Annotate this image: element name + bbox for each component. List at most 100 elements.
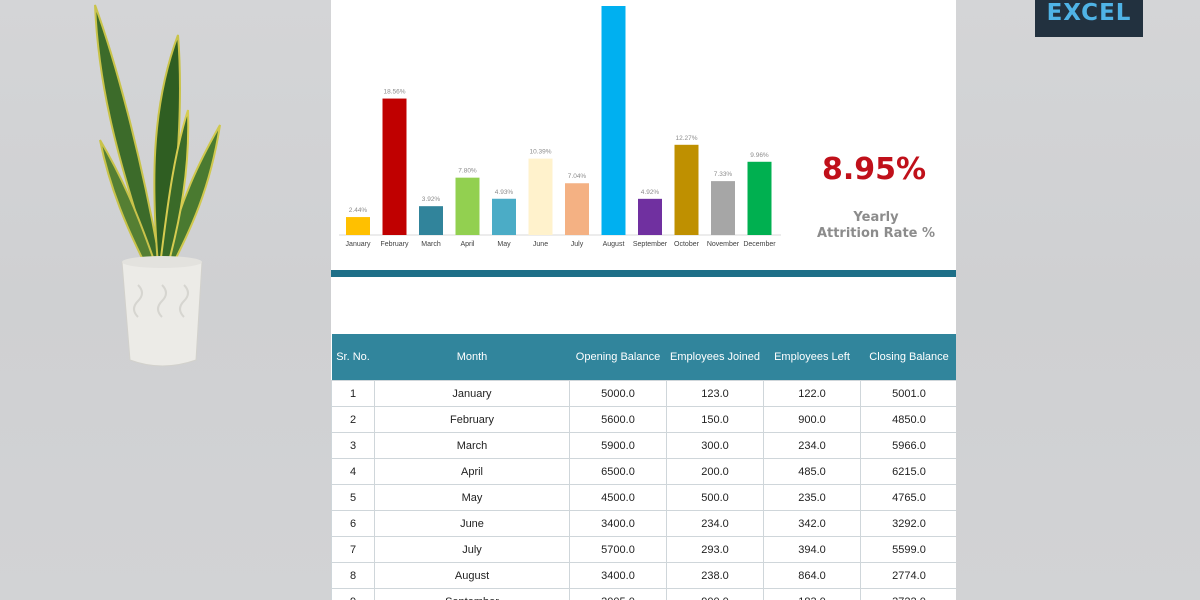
table-cell: 5001.0 <box>860 380 956 407</box>
table-cell: 8 <box>331 562 375 589</box>
attrition-table: Sr. No. Month Opening Balance Employees Joi… <box>331 334 956 600</box>
table-row: 3March5900.0300.0234.05966.03.92% <box>331 432 956 459</box>
table-cell: 3400.0 <box>569 562 667 589</box>
excel-badge: EXCEL <box>1035 0 1143 37</box>
column-header: Employees Left <box>763 334 861 381</box>
table-cell: 3400.0 <box>569 510 667 537</box>
table-cell: January <box>374 380 570 407</box>
tick-label-november: November <box>707 241 740 248</box>
table-cell: 342.0 <box>763 510 861 537</box>
tick-label-september: September <box>633 241 668 248</box>
bar-july <box>565 183 589 235</box>
bar-february <box>382 98 407 235</box>
bar-september <box>638 198 662 235</box>
table-cell: September <box>374 588 570 600</box>
data-label-december: 9.96% <box>750 152 769 159</box>
table-cell: February <box>374 406 570 433</box>
table-cell: 150.0 <box>666 406 764 433</box>
column-header: Month <box>374 334 570 381</box>
tick-label-february: February <box>380 241 409 248</box>
table-cell: August <box>374 562 570 589</box>
section-divider <box>331 270 956 277</box>
table-cell: 5900.0 <box>569 432 667 459</box>
tick-label-june: June <box>533 241 548 248</box>
data-label-june: 10.39% <box>529 149 551 156</box>
table-row: 4April6500.0200.0485.06215.07.80% <box>331 458 956 485</box>
table-cell: 864.0 <box>763 562 861 589</box>
column-header: Sr. No. <box>331 334 375 381</box>
table-cell: 3292.0 <box>860 510 956 537</box>
dashboard-sheet: 2.44% January 18.56% February 3.92% March 7.80… <box>331 0 956 600</box>
bar-april <box>455 177 480 235</box>
data-label-march: 3.92% <box>422 196 441 203</box>
table-cell: 5700.0 <box>569 536 667 563</box>
table-cell: June <box>374 510 570 537</box>
data-label-january: 2.44% <box>349 207 368 214</box>
bar-march <box>419 206 443 235</box>
tick-label-march: March <box>421 241 441 248</box>
column-header: Opening Balance <box>569 334 667 381</box>
table-cell: 234.0 <box>763 432 861 459</box>
table-cell: 3005.0 <box>569 588 667 600</box>
table-cell: 3 <box>331 432 375 459</box>
table-cell: July <box>374 536 570 563</box>
table-row: 5May4500.0500.0235.04765.04.93% <box>331 484 956 511</box>
table-cell: 5966.0 <box>860 432 956 459</box>
bar-october <box>674 144 699 235</box>
column-header: Employees Joined <box>666 334 764 381</box>
table-cell: 2774.0 <box>860 562 956 589</box>
table-row: 9September3005.0900.0183.03722.04.92% <box>331 588 956 600</box>
table-cell: 5 <box>331 484 375 511</box>
table-cell: 234.0 <box>666 510 764 537</box>
table-body: 1January5000.0123.0122.05001.02.44%2Febr… <box>331 380 956 600</box>
data-label-september: 4.92% <box>641 189 660 196</box>
table-cell: 300.0 <box>666 432 764 459</box>
column-header: Closing Balance <box>860 334 956 381</box>
table-cell: 900.0 <box>763 406 861 433</box>
table-cell: 5599.0 <box>860 536 956 563</box>
yearly-attrition-value: 8.95% <box>821 152 927 187</box>
table-cell: 238.0 <box>666 562 764 589</box>
tick-label-july: July <box>571 241 584 248</box>
tick-label-august: August <box>603 241 625 248</box>
bar-december <box>747 161 772 235</box>
table-cell: 200.0 <box>666 458 764 485</box>
table-cell: 6500.0 <box>569 458 667 485</box>
data-label-february: 18.56% <box>383 89 405 96</box>
table-row: 6June3400.0234.0342.03292.010.39% <box>331 510 956 537</box>
table-cell: 293.0 <box>666 536 764 563</box>
table-cell: 3722.0 <box>860 588 956 600</box>
table-cell: 4 <box>331 458 375 485</box>
table-header-row: Sr. No. Month Opening Balance Employees Joi… <box>331 334 956 381</box>
tick-label-december: December <box>743 241 776 248</box>
table-cell: 4765.0 <box>860 484 956 511</box>
yearly-attrition-label: Yearly Attrition Rate % <box>801 210 951 242</box>
table-cell: 123.0 <box>666 380 764 407</box>
table-cell: 485.0 <box>763 458 861 485</box>
data-label-may: 4.93% <box>495 189 514 196</box>
tick-label-october: October <box>674 241 700 248</box>
table-cell: 9 <box>331 588 375 600</box>
table-cell: 4500.0 <box>569 484 667 511</box>
table-cell: March <box>374 432 570 459</box>
table-cell: 394.0 <box>763 536 861 563</box>
bar-june <box>528 158 553 235</box>
bar-may <box>492 198 516 235</box>
table-cell: April <box>374 458 570 485</box>
table-cell: 5000.0 <box>569 380 667 407</box>
tick-label-may: May <box>497 241 511 248</box>
table-row: 1January5000.0123.0122.05001.02.44% <box>331 380 956 407</box>
bar-august <box>601 6 626 235</box>
kpi-label-line2: Attrition Rate % <box>816 226 936 241</box>
snake-plant-image <box>94 4 221 367</box>
bar-january <box>346 217 370 235</box>
table-cell: 6215.0 <box>860 458 956 485</box>
tick-label-january: January <box>346 241 371 248</box>
table-cell: 6 <box>331 510 375 537</box>
table-cell: 122.0 <box>763 380 861 407</box>
data-label-november: 7.33% <box>714 171 733 178</box>
table-cell: 7 <box>331 536 375 563</box>
table-cell: 4850.0 <box>860 406 956 433</box>
table-cell: 235.0 <box>763 484 861 511</box>
table-row: 8August3400.0238.0864.02774.031.15% <box>331 562 956 589</box>
